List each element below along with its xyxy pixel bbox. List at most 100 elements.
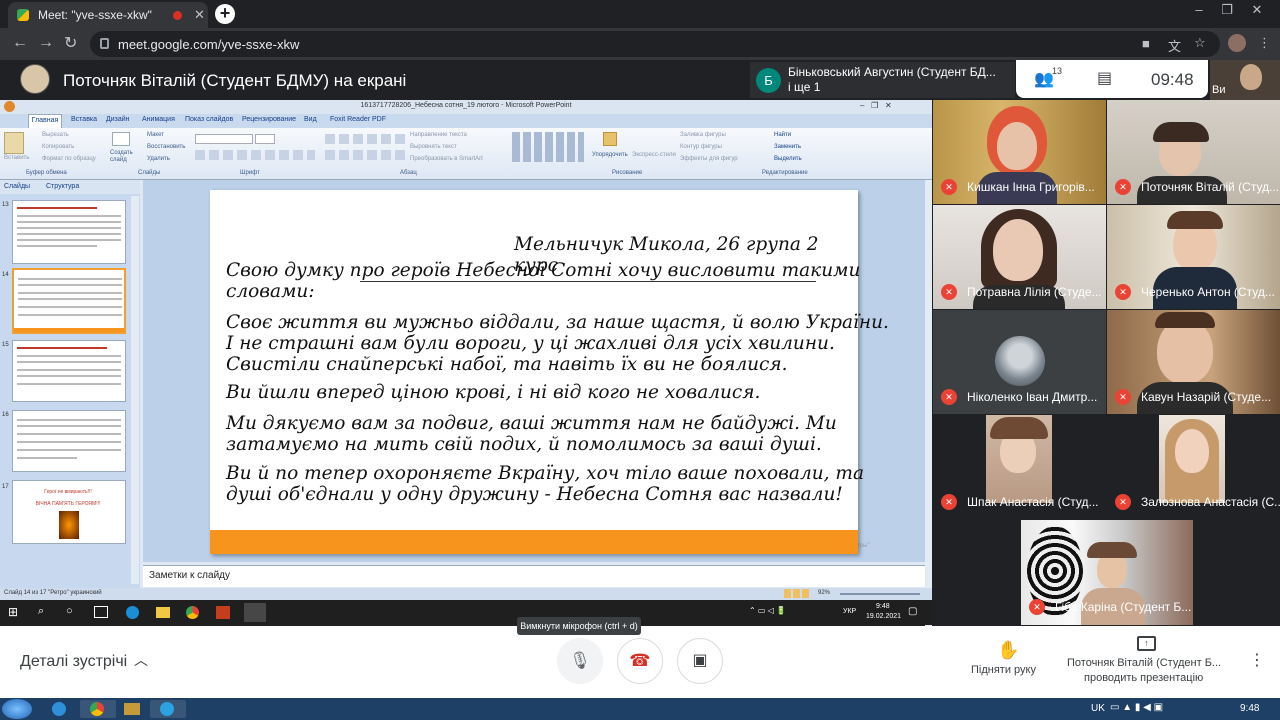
bookmark-star-icon[interactable]: ☆ [1194,35,1206,51]
ribbon-tab-view[interactable]: Вид [304,116,317,123]
remote-time: 9:48 [876,603,890,610]
presenting-status-line1[interactable]: Поточняк Віталій (Студент Б... [1067,657,1223,669]
font-size-input[interactable] [255,134,275,144]
cut-button[interactable]: Вырезать [42,132,69,138]
ribbon-tab-foxit[interactable]: Foxit Reader PDF [330,116,386,123]
more-options-icon[interactable]: ⋮ [1249,650,1265,670]
slide-thumbnail[interactable] [12,410,126,472]
paste-icon[interactable] [4,132,24,154]
ribbon-tab-design[interactable]: Дизайн [106,116,130,123]
new-slide-icon[interactable] [112,132,130,146]
align-text-button[interactable]: Выровнять текст [410,144,457,150]
shape-fill-button[interactable]: Заливка фигуры [680,132,726,138]
new-slide-button[interactable]: Создать слайд [110,150,136,164]
remote-notification-icon[interactable]: ▢ [908,606,917,617]
remote-explorer-icon[interactable] [156,607,170,618]
browser-tab[interactable]: Meet: "yve-ssxe-xkw" ✕ [8,2,208,28]
microphone-button[interactable]: 🎙 [557,638,603,684]
taskbar-ie-icon[interactable] [46,700,74,718]
present-icon[interactable]: ↑ [1137,636,1156,651]
address-bar[interactable]: meet.google.com/yve-ssxe-xkw ■ 文 ☆ [90,31,1220,57]
chat-icon[interactable]: ▤ [1097,68,1112,88]
replace-button[interactable]: Заменить [774,144,801,150]
slide-paragraph-3-line1: Ми дякуємо вам за подвиг, ваші життя нам… [226,413,837,434]
remote-edge-icon[interactable] [126,606,139,619]
ribbon-tab-review[interactable]: Рецензирование [242,116,296,123]
taskbar-chrome-active[interactable] [80,700,116,718]
people-icon[interactable]: 👥 [1034,69,1054,89]
pp-window-buttons-icon[interactable]: – ❐ ✕ [860,101,892,110]
arrange-icon[interactable] [603,132,617,146]
zoom-slider[interactable] [840,593,920,595]
remote-multitask-icon[interactable] [94,606,108,618]
camera-button[interactable]: ▣ [677,638,723,684]
translate-icon[interactable]: 文 [1168,36,1181,55]
smartart-button[interactable]: Преобразовать в SmartArt [410,156,483,162]
tab-close-icon[interactable]: ✕ [194,7,205,23]
remote-search-icon[interactable]: ⌕ [38,605,44,618]
layout-button[interactable]: Макет [147,132,164,138]
font-format-buttons[interactable] [195,150,315,160]
window-close-icon[interactable]: ✕ [1246,2,1268,22]
participant-name: Гіба Каріна (Студент Б... [1055,600,1192,614]
format-painter-button[interactable]: Формат по образцу [42,156,96,162]
paste-button[interactable]: Вставить [4,155,29,161]
camera-indicator-icon[interactable]: ■ [1142,36,1150,51]
arrange-button[interactable]: Упорядочить [592,152,628,158]
ribbon-tab-animation[interactable]: Анимация [142,116,175,123]
font-name-input[interactable] [195,134,253,144]
reset-button[interactable]: Восстановить [147,144,185,150]
panel-tab-slides[interactable]: Слайды [4,183,30,190]
slide-thumbnail[interactable]: Герої не вмирають!!! ВІЧНА ПАМ'ЯТЬ ГЕРОЯ… [12,480,126,544]
panel-tab-outline[interactable]: Структура [46,183,79,190]
slide-notes[interactable]: Заметки к слайду [143,565,925,587]
chevron-up-icon[interactable]: ︿ [134,650,148,670]
current-slide[interactable]: Мельничук Микола, 26 група 2 курс Свою д… [210,190,889,554]
remote-chrome-icon[interactable] [186,606,199,619]
slide-thumbnail-selected[interactable] [12,268,126,334]
quick-styles-button[interactable]: Экспресс-стили [632,152,676,158]
office-button-icon[interactable] [4,101,15,112]
restore-icon[interactable]: ❐ [1216,2,1238,22]
delete-slide-button[interactable]: Удалить [147,156,170,162]
shapes-gallery[interactable] [512,132,584,162]
text-direction-button[interactable]: Направление текста [410,132,467,138]
taskbar-media-icon[interactable] [116,700,152,718]
shape-outline-button[interactable]: Контур фигуры [680,144,722,150]
profile-avatar[interactable] [1228,34,1246,52]
meeting-details-button[interactable]: Деталі зустрічі [20,653,127,671]
taskbar-telegram-icon[interactable] [150,700,186,718]
tray-icons[interactable]: ▭ ▲ ▮ ◀ ▣ [1110,702,1163,713]
forward-icon[interactable]: → [38,34,54,52]
end-call-button[interactable]: ☎ [617,638,663,684]
remote-start-icon[interactable]: ⊞ [8,605,18,619]
remote-powerpoint-icon[interactable] [216,606,230,619]
ribbon-tab-slideshow[interactable]: Показ слайдов [185,116,233,123]
shape-effects-button[interactable]: Эффекты для фигур [680,156,738,162]
raise-hand-button[interactable]: Підняти руку [971,664,1036,676]
remote-active-app[interactable] [244,603,266,622]
slide-thumbnail[interactable] [12,340,126,402]
back-icon[interactable]: ← [12,34,28,52]
align-buttons[interactable] [325,150,405,160]
reload-icon[interactable]: ↻ [64,33,77,53]
find-button[interactable]: Найти [774,132,791,138]
ribbon-tab-insert[interactable]: Вставка [71,116,97,123]
new-tab-button[interactable]: + [215,4,235,24]
ribbon-tab-home[interactable]: Главная [28,114,62,128]
thumb-scrollbar[interactable] [131,196,139,584]
os-language[interactable]: UK [1091,703,1105,714]
view-buttons[interactable] [784,589,810,598]
lock-icon [100,38,109,49]
muted-mic-icon: ✕ [1115,389,1131,405]
browser-menu-icon[interactable]: ⋮ [1258,35,1271,51]
remote-taskview-icon[interactable]: ○ [66,605,73,617]
list-buttons[interactable] [325,134,405,144]
remote-lang: УКР [843,608,857,615]
start-button-icon[interactable] [2,699,32,719]
select-button[interactable]: Выделить [774,156,802,162]
slide-thumbnail[interactable] [12,200,126,264]
raise-hand-icon[interactable]: ✋ [997,640,1019,661]
copy-button[interactable]: Копировать [42,144,74,150]
minimize-icon[interactable]: – [1188,2,1210,22]
